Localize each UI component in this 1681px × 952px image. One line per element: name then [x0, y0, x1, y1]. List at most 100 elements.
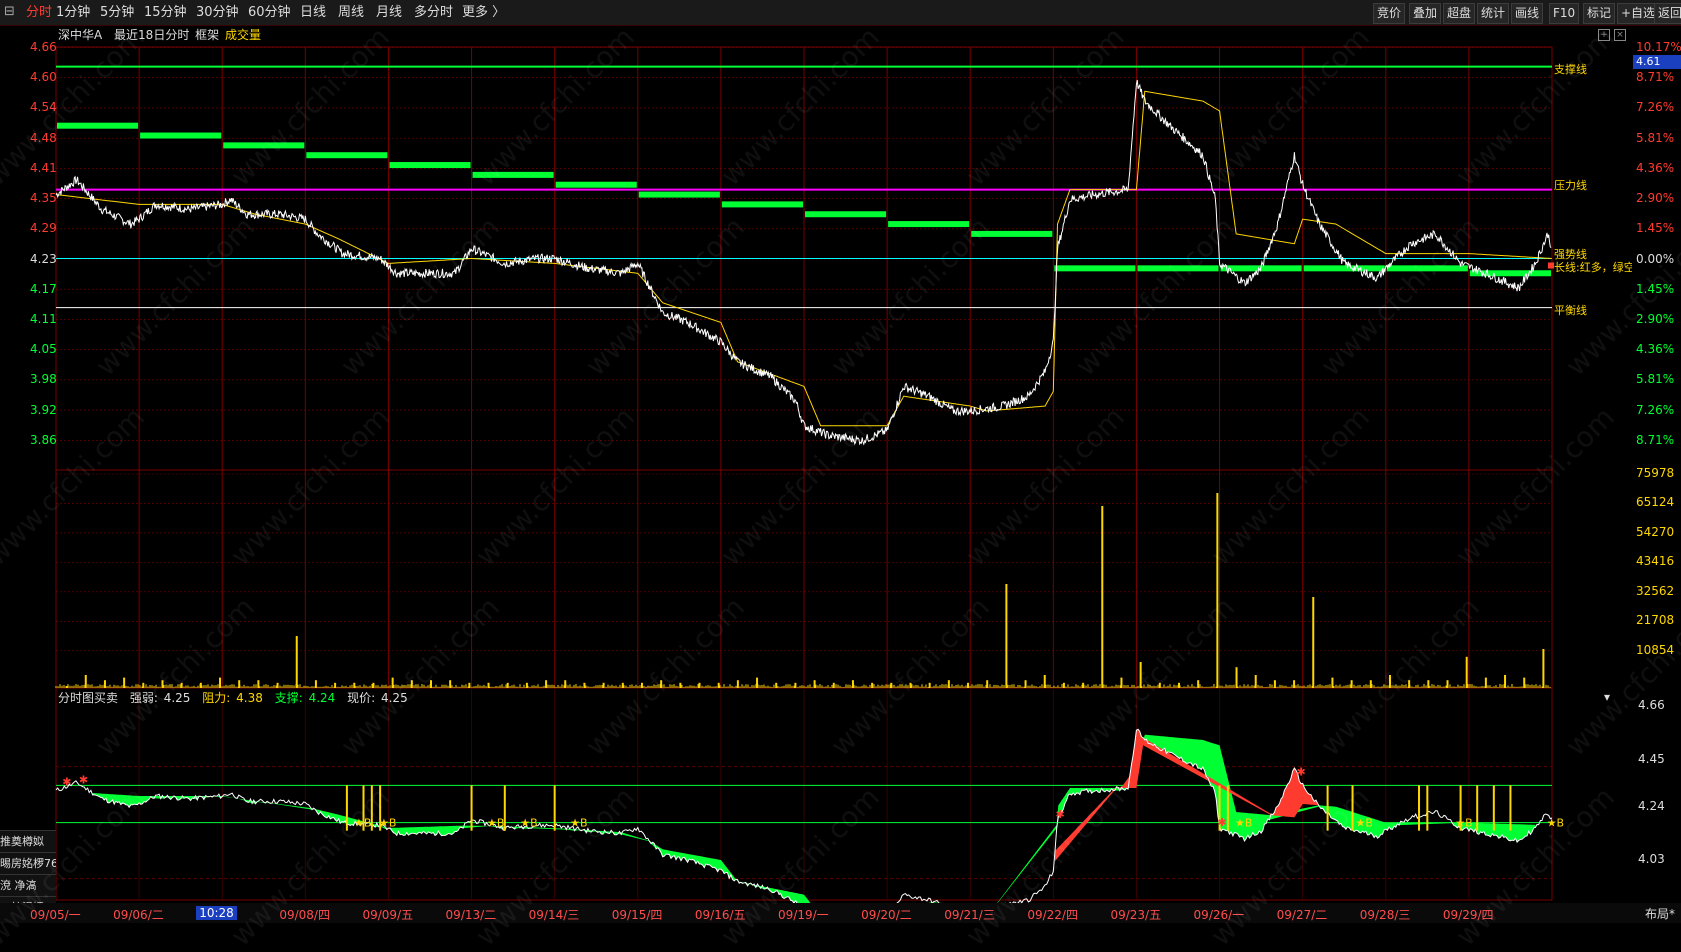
buy-marker: ★B	[520, 817, 537, 830]
pressure-line-label: 压力线	[1554, 179, 1587, 192]
current-price-value: 4.25	[380, 691, 408, 705]
date-label: 09/13/二	[445, 908, 497, 922]
support-line-label: 支撑线	[1554, 63, 1587, 76]
price-chart[interactable]: ★B ★B ★B ★B ★B ★B ★B ★B ★B ✱ ✱ ✱ ✱ ✱	[0, 0, 1681, 923]
strength-value: 4.25	[163, 691, 191, 705]
percent-tick: 4.36%	[1636, 342, 1675, 357]
volume-tick: 65124	[1636, 495, 1675, 510]
sell-marker: ✱	[79, 773, 88, 786]
daily-level-bar	[721, 201, 803, 208]
volume-bar	[1216, 493, 1219, 688]
percent-tick: 1.45%	[1636, 221, 1675, 236]
percent-tick: 1.45%	[1636, 281, 1675, 296]
volume-bar	[1120, 677, 1123, 688]
support-value: 4.24	[308, 691, 336, 705]
volume-tick: 43416	[1636, 554, 1675, 569]
indicator-name[interactable]: 分时图买卖	[58, 691, 118, 705]
date-label: 09/15/四	[611, 908, 663, 922]
sell-marker: ✱	[1218, 816, 1227, 829]
date-axis: 09/05/一 09/06/二 10:28 09/08/四 09/09/五 09/13/二…	[0, 903, 1681, 923]
price-tick: 4.05	[30, 342, 57, 357]
layout-button[interactable]: 布局*	[1645, 905, 1675, 922]
volume-bar	[1005, 584, 1008, 688]
sell-marker: ✱	[1055, 808, 1064, 821]
buy-marker: ★B	[1547, 817, 1564, 830]
long-line-label: 长线:红多，绿空	[1554, 261, 1632, 274]
price-tick: 4.48	[30, 130, 57, 145]
percent-tick: 2.90%	[1636, 311, 1675, 326]
volume-bar	[84, 675, 87, 688]
sidebar-item-2[interactable]: 渷 净滈	[0, 874, 56, 896]
date-label: 09/23/五	[1110, 908, 1162, 922]
sell-marker: ✱	[62, 775, 71, 788]
price-tick: 3.86	[30, 432, 57, 447]
bearish-area	[92, 734, 1536, 923]
percent-tick: 2.90%	[1636, 191, 1675, 206]
percent-tick: 5.81%	[1636, 130, 1675, 145]
date-label: 09/27/二	[1276, 908, 1328, 922]
daily-level-bar	[1137, 265, 1219, 272]
volume-bar	[1465, 656, 1468, 688]
resistance-label: 阻力:	[202, 691, 231, 705]
daily-level-bar	[306, 152, 388, 159]
buy-marker: ★B	[1356, 817, 1373, 830]
percent-tick: 0.00%	[1636, 251, 1675, 266]
buy-marker: ★B	[1235, 817, 1252, 830]
date-label: 10:28	[196, 906, 237, 920]
percent-tick: 7.26%	[1636, 100, 1675, 115]
date-label: 09/28/三	[1359, 908, 1411, 922]
price-tick: 4.29	[30, 221, 57, 236]
price-tick: 4.54	[30, 100, 57, 115]
date-label: 09/16/五	[694, 908, 746, 922]
daily-level-bar	[223, 142, 305, 149]
price-tick: 4.35	[30, 191, 57, 206]
price-tick: 3.92	[30, 402, 57, 417]
strength-label: 强弱:	[129, 691, 158, 705]
percent-tick: 8.71%	[1636, 432, 1675, 447]
date-label: 09/08/四	[279, 908, 330, 922]
daily-level-bar	[389, 162, 471, 169]
daily-level-bar	[57, 122, 139, 129]
daily-level-bar	[971, 230, 1053, 237]
percent-tick: 7.26%	[1636, 402, 1675, 417]
volume-tick: 10854	[1636, 642, 1675, 657]
date-label: 09/19/一	[778, 908, 829, 922]
price-tick: 3.98	[30, 372, 57, 387]
daily-level-bar	[555, 181, 637, 188]
daily-level-bar	[472, 171, 554, 178]
volume-tick: 75978	[1636, 466, 1675, 480]
indicator-tick: 4.66	[1638, 698, 1665, 712]
date-label: 09/22/四	[1027, 908, 1078, 922]
current-price-label: 现价:	[347, 691, 376, 705]
date-label: 09/21/三	[944, 908, 995, 922]
volume-bar	[986, 680, 989, 688]
buy-marker: ★B	[570, 817, 587, 830]
date-label: 09/05/一	[30, 908, 81, 922]
volume-bar	[295, 636, 298, 688]
support-label: 支撑:	[274, 691, 303, 705]
volume-bar	[219, 677, 222, 688]
volume-tick: 32562	[1636, 583, 1675, 598]
daily-level-bar	[888, 221, 970, 228]
daily-level-bar	[1303, 265, 1385, 272]
volume-bar	[1312, 597, 1315, 688]
price-tick: 4.23	[30, 251, 57, 266]
volume-bar	[410, 680, 413, 688]
daily-level-bar	[1054, 265, 1136, 272]
buy-marker: ★B	[1455, 817, 1472, 830]
percent-tick: 8.71%	[1636, 70, 1675, 85]
price-tick: 4.41	[30, 160, 57, 175]
indicator-dropdown-icon[interactable]: ▾	[1604, 690, 1610, 704]
daily-level-bar	[140, 132, 222, 139]
volume-bar	[1350, 680, 1353, 688]
indicator-tick: 4.24	[1638, 799, 1665, 813]
sidebar-item-1[interactable]: 晹房姳椤76	[0, 852, 56, 874]
sidebar-item-0[interactable]: 推奠樽姒	[0, 830, 56, 852]
indicator-tick: 4.03	[1638, 852, 1665, 866]
daily-level-bar	[805, 211, 887, 218]
volume-noise	[55, 684, 1551, 688]
buy-marker: ★B	[379, 817, 396, 830]
date-label: 09/26/一	[1193, 908, 1245, 922]
volume-bar	[1542, 649, 1545, 688]
volume-bar	[123, 677, 126, 688]
